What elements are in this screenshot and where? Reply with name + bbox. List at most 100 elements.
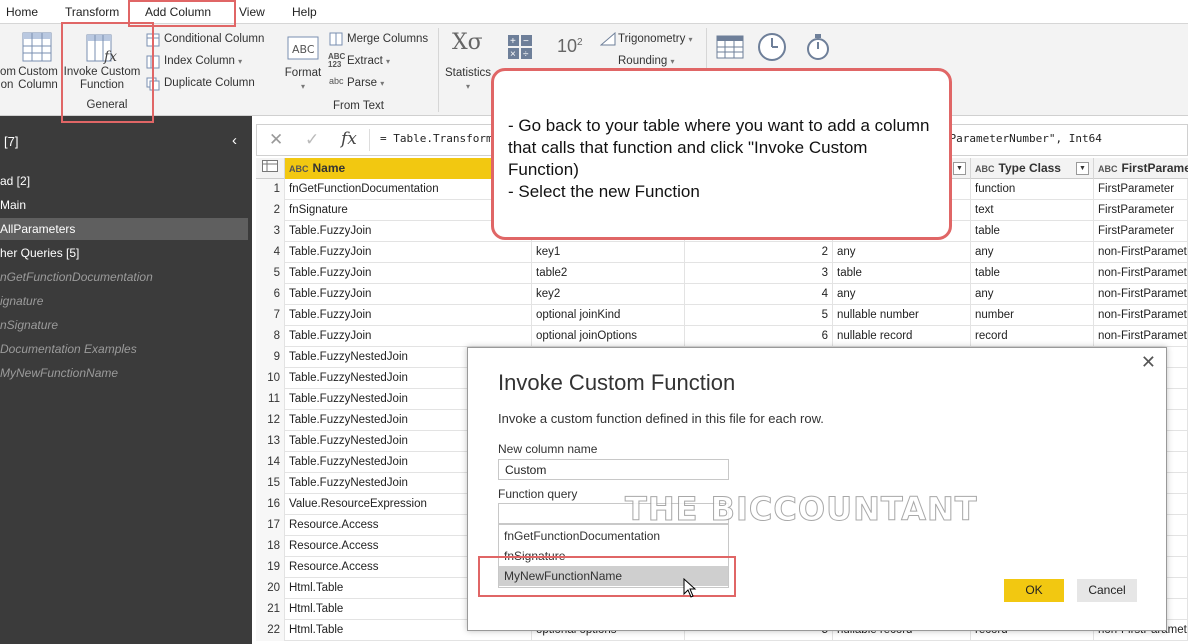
- row-number[interactable]: 5: [256, 263, 285, 284]
- new-column-name-input[interactable]: Custom: [498, 459, 729, 480]
- sidebar-item[interactable]: nSignature: [0, 314, 248, 336]
- cell-first-parameter[interactable]: non-FirstParamete: [1094, 326, 1188, 347]
- collapse-chevron-icon[interactable]: ‹: [232, 132, 237, 149]
- sidebar-item[interactable]: Main: [0, 194, 248, 216]
- cell-first-parameter[interactable]: non-FirstParamete: [1094, 263, 1188, 284]
- row-number[interactable]: 16: [256, 494, 285, 515]
- parse-button[interactable]: Parse ▾: [347, 77, 384, 90]
- cell-first-parameter[interactable]: FirstParameter: [1094, 179, 1188, 200]
- row-number[interactable]: 2: [256, 200, 285, 221]
- sidebar-item[interactable]: her Queries [5]: [0, 242, 248, 264]
- cell-first-parameter[interactable]: non-FirstParamete: [1094, 284, 1188, 305]
- cell-parameter[interactable]: key2: [532, 284, 685, 305]
- row-number[interactable]: 1: [256, 179, 285, 200]
- index-column-button[interactable]: Index Column ▾: [164, 55, 242, 68]
- row-number[interactable]: 10: [256, 368, 285, 389]
- cell-type-class[interactable]: any: [971, 242, 1094, 263]
- cell-name[interactable]: Table.FuzzyJoin: [285, 326, 532, 347]
- cell-type[interactable]: any: [833, 284, 971, 305]
- close-icon[interactable]: ✕: [1141, 352, 1156, 373]
- menu-transform[interactable]: Transform: [65, 5, 119, 19]
- cell-parameter[interactable]: optional joinKind: [532, 305, 685, 326]
- menu-help[interactable]: Help: [292, 5, 317, 19]
- row-number[interactable]: 3: [256, 221, 285, 242]
- cell-type[interactable]: any: [833, 242, 971, 263]
- cell-type-class[interactable]: text: [971, 200, 1094, 221]
- filter-dropdown-icon[interactable]: ▼: [953, 162, 966, 175]
- cell-name[interactable]: Table.FuzzyJoin: [285, 263, 532, 284]
- row-number[interactable]: 9: [256, 347, 285, 368]
- cell-parameter-number[interactable]: 2: [685, 242, 833, 263]
- row-number[interactable]: 20: [256, 578, 285, 599]
- cell-type-class[interactable]: number: [971, 305, 1094, 326]
- cell-type-class[interactable]: function: [971, 179, 1094, 200]
- cell-parameter-number[interactable]: 4: [685, 284, 833, 305]
- row-number[interactable]: 13: [256, 431, 285, 452]
- cell-type-class[interactable]: table: [971, 221, 1094, 242]
- fx-icon[interactable]: fx: [341, 129, 357, 149]
- row-number[interactable]: 6: [256, 284, 285, 305]
- cell-type-class[interactable]: record: [971, 326, 1094, 347]
- row-number[interactable]: 22: [256, 620, 285, 641]
- extract-button[interactable]: Extract ▾: [347, 55, 390, 68]
- merge-columns-button[interactable]: Merge Columns: [347, 33, 428, 46]
- cell-name[interactable]: Table.FuzzyJoin: [285, 284, 532, 305]
- cancel-button[interactable]: Cancel: [1077, 579, 1137, 602]
- row-number[interactable]: 18: [256, 536, 285, 557]
- cell-parameter-number[interactable]: 5: [685, 305, 833, 326]
- cell-name[interactable]: Table.FuzzyJoin: [285, 305, 532, 326]
- option-fnGetFunctionDocumentation[interactable]: fnGetFunctionDocumentation: [499, 526, 728, 546]
- statistics-button[interactable]: Statistics ▾: [442, 67, 494, 93]
- rounding-button[interactable]: Rounding ▾: [618, 55, 674, 68]
- cell-first-parameter[interactable]: FirstParameter: [1094, 200, 1188, 221]
- sidebar-item[interactable]: ad [2]: [0, 170, 248, 192]
- sidebar-item[interactable]: Documentation Examples: [0, 338, 248, 360]
- cell-parameter[interactable]: optional joinOptions: [532, 326, 685, 347]
- cell-first-parameter[interactable]: non-FirstParamete: [1094, 242, 1188, 263]
- sidebar-item[interactable]: nGetFunctionDocumentation: [0, 266, 248, 288]
- cell-parameter[interactable]: key1: [532, 242, 685, 263]
- conditional-column-button[interactable]: Conditional Column: [164, 33, 264, 46]
- cell-parameter[interactable]: table2: [532, 263, 685, 284]
- cell-parameter-number[interactable]: 3: [685, 263, 833, 284]
- trigonometry-button[interactable]: Trigonometry ▾: [618, 33, 693, 46]
- row-number[interactable]: 19: [256, 557, 285, 578]
- row-number[interactable]: 8: [256, 326, 285, 347]
- row-number[interactable]: 14: [256, 452, 285, 473]
- column-header-type-class[interactable]: ABC Type Class ▼: [971, 158, 1094, 179]
- sidebar-item[interactable]: ignature: [0, 290, 248, 312]
- commit-icon[interactable]: ✓: [305, 130, 319, 150]
- filter-dropdown-icon[interactable]: ▼: [1076, 162, 1089, 175]
- cell-first-parameter[interactable]: non-FirstParamete: [1094, 305, 1188, 326]
- cell-first-parameter[interactable]: FirstParameter: [1094, 221, 1188, 242]
- row-number[interactable]: 7: [256, 305, 285, 326]
- menu-home[interactable]: Home: [6, 5, 38, 19]
- duplicate-column-button[interactable]: Duplicate Column: [164, 77, 255, 90]
- row-number[interactable]: 21: [256, 599, 285, 620]
- cell-type-class[interactable]: any: [971, 284, 1094, 305]
- ok-button[interactable]: OK: [1004, 579, 1064, 602]
- format-button[interactable]: Format ▾: [283, 67, 323, 93]
- partial-column-button[interactable]: om on: [0, 66, 16, 92]
- custom-column-button[interactable]: Custom Column: [17, 66, 59, 92]
- table-menu-icon[interactable]: [256, 158, 285, 179]
- chevron-down-icon: ▾: [670, 57, 675, 66]
- cell-type-class[interactable]: table: [971, 263, 1094, 284]
- row-number[interactable]: 15: [256, 473, 285, 494]
- cell-name[interactable]: Table.FuzzyJoin: [285, 242, 532, 263]
- row-number[interactable]: 11: [256, 389, 285, 410]
- menu-view[interactable]: View: [239, 5, 265, 19]
- cell-parameter-number[interactable]: 6: [685, 326, 833, 347]
- sidebar-item-selected[interactable]: AllParameters: [0, 218, 248, 240]
- cell-type[interactable]: nullable record: [833, 326, 971, 347]
- cell-type[interactable]: nullable number: [833, 305, 971, 326]
- cell-type[interactable]: table: [833, 263, 971, 284]
- cancel-icon[interactable]: ✕: [269, 130, 283, 150]
- format-icon: ABC: [287, 33, 319, 66]
- queries-pane: [7] ‹ ad [2] Main AllParameters her Quer…: [0, 116, 252, 644]
- sidebar-item[interactable]: MyNewFunctionName: [0, 362, 248, 384]
- row-number[interactable]: 17: [256, 515, 285, 536]
- row-number[interactable]: 4: [256, 242, 285, 263]
- column-header-first-parameter[interactable]: ABCFirstParameter: [1094, 158, 1188, 179]
- row-number[interactable]: 12: [256, 410, 285, 431]
